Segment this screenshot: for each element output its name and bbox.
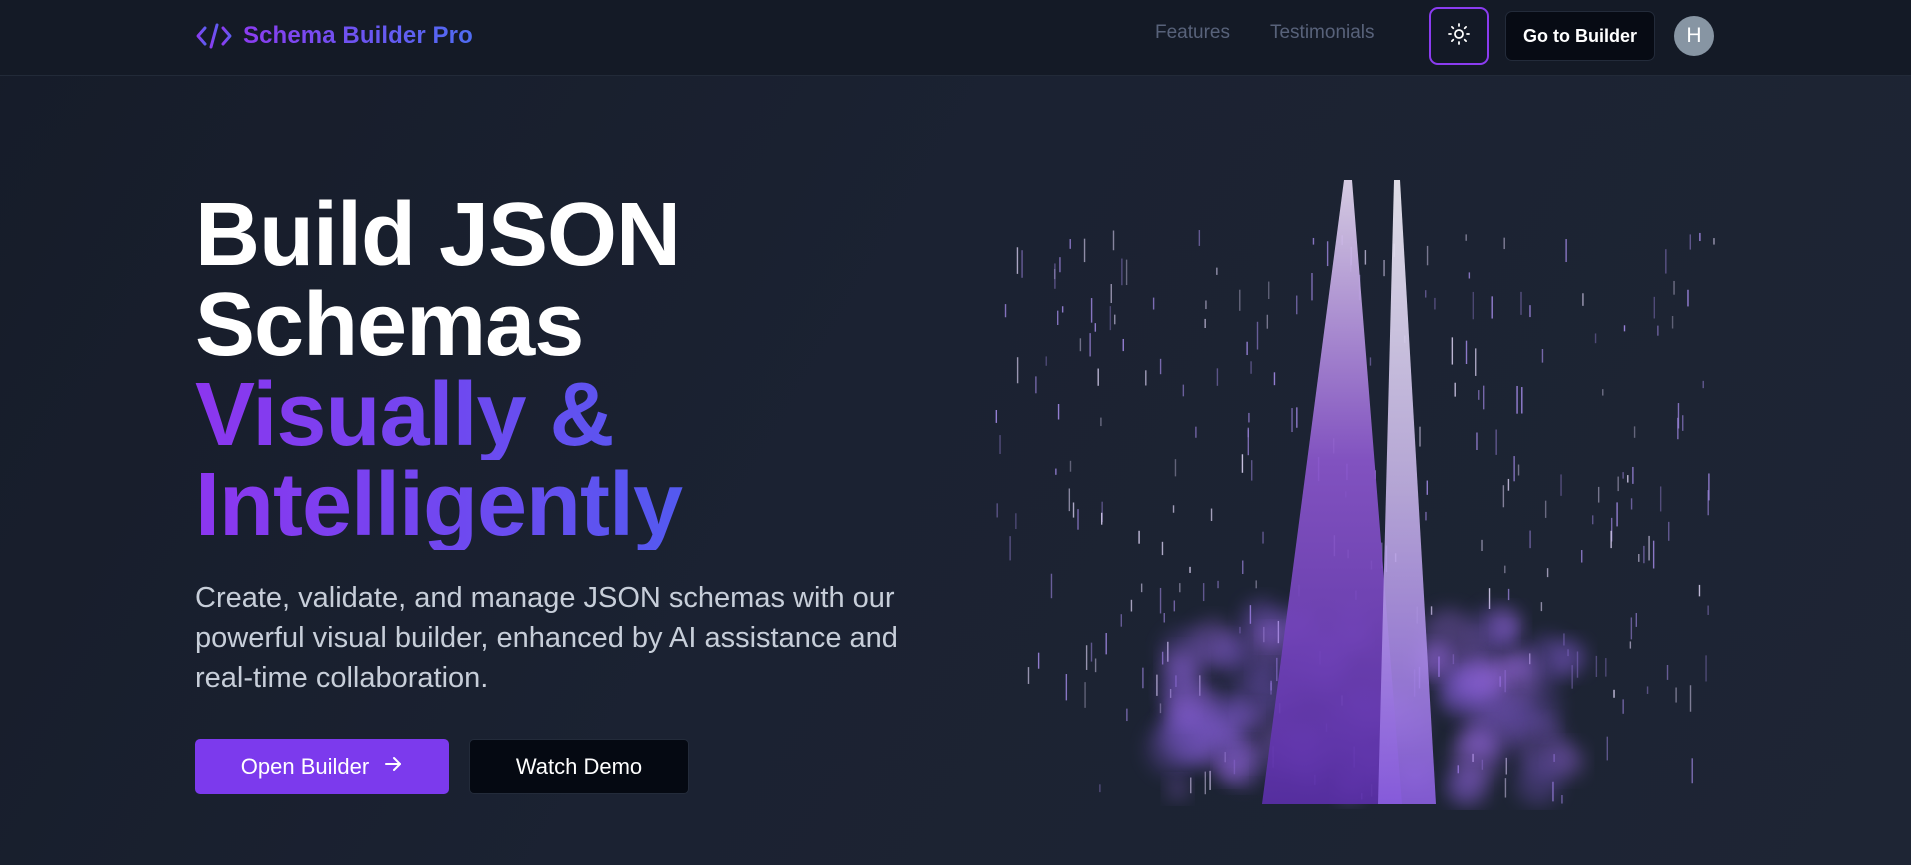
- go-to-builder-button[interactable]: Go to Builder: [1505, 11, 1655, 61]
- hero-title-line-4: Intelligently: [195, 460, 755, 550]
- glow-particle: [1515, 760, 1561, 806]
- glow-particle: [1494, 623, 1515, 644]
- brand-logo[interactable]: Schema Builder Pro: [195, 20, 473, 52]
- glow-particle: [1236, 641, 1282, 688]
- hero-title-line-1: Build JSON: [195, 185, 681, 285]
- hero-illustration: [980, 170, 1730, 810]
- glow-particle: [1159, 708, 1215, 765]
- hero-subtitle: Create, validate, and manage JSON schema…: [195, 582, 898, 694]
- open-builder-button[interactable]: Open Builder: [195, 739, 449, 794]
- landing-page: Schema Builder Pro Features Testimonials: [0, 0, 1911, 865]
- glow-particle: [1218, 735, 1244, 761]
- open-builder-label: Open Builder: [240, 753, 370, 779]
- nav-link-features[interactable]: Features: [1155, 22, 1230, 44]
- theme-toggle-button[interactable]: [1429, 7, 1489, 65]
- glow-particle: [1552, 640, 1587, 675]
- hero-title-line-3: Visually &: [195, 370, 755, 460]
- glow-particle: [1451, 732, 1502, 783]
- glow-particle: [1537, 716, 1559, 738]
- hero-title: Build JSON Schemas Visually & Intelligen…: [195, 190, 755, 550]
- user-avatar[interactable]: H: [1674, 16, 1714, 56]
- nav-links: Features Testimonials: [1155, 22, 1375, 44]
- code-brackets-icon: [195, 21, 233, 51]
- sun-icon: [1447, 22, 1471, 51]
- watch-demo-button[interactable]: Watch Demo: [469, 739, 689, 794]
- brand-name: Schema Builder Pro: [243, 22, 473, 49]
- nav-link-testimonials[interactable]: Testimonials: [1270, 22, 1375, 44]
- glow-particle: [1455, 652, 1501, 698]
- top-navbar: Schema Builder Pro Features Testimonials: [0, 0, 1911, 76]
- hero-title-line-2: Schemas: [195, 275, 584, 375]
- glow-particle: [1167, 778, 1189, 800]
- arrow-right-icon: [383, 754, 403, 780]
